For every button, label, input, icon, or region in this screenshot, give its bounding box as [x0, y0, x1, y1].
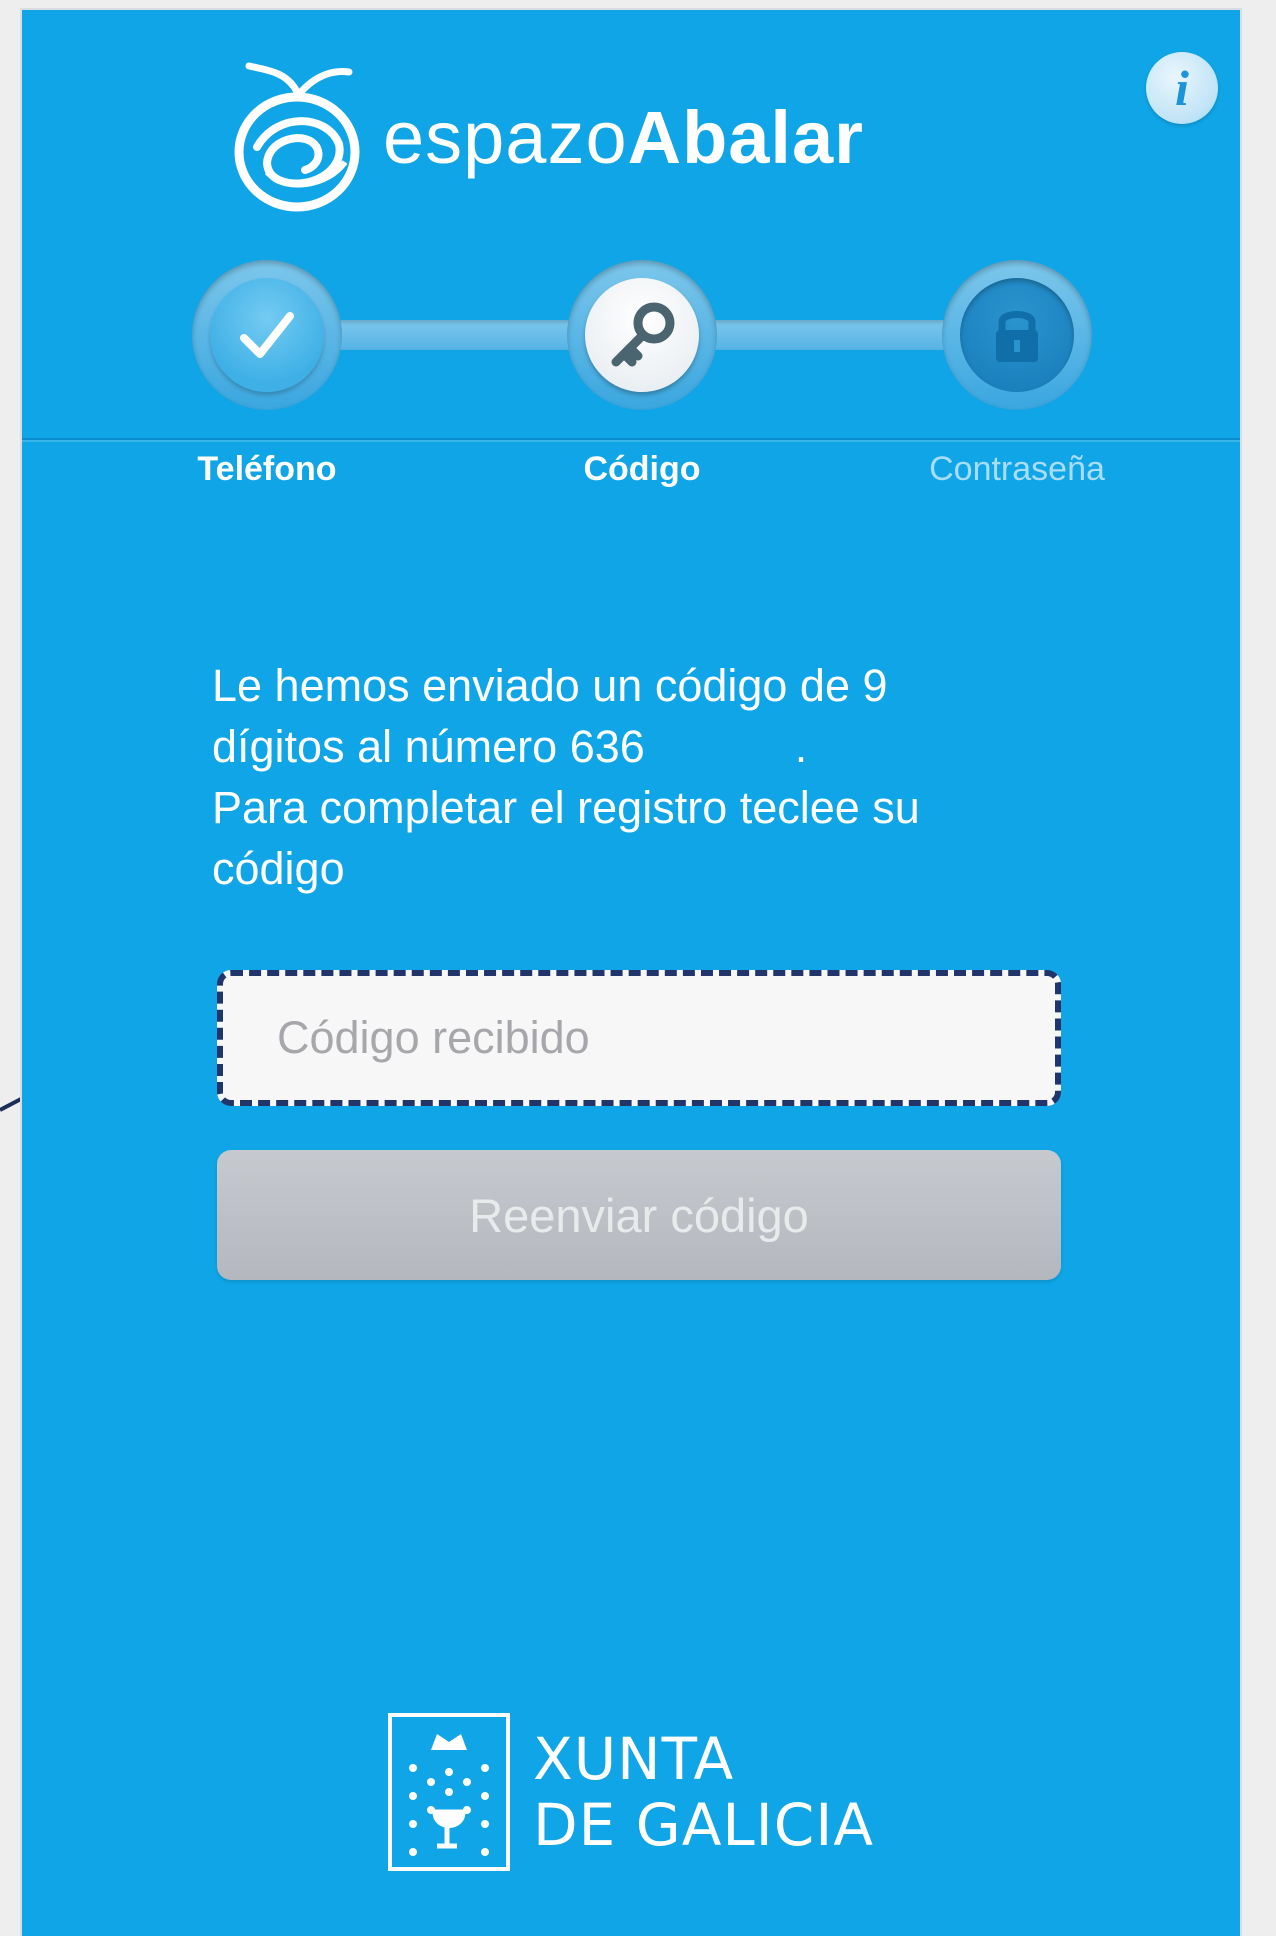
key-icon: [611, 302, 675, 367]
xunta-line1: XUNTA: [533, 1725, 735, 1793]
abalar-logo-icon: [234, 62, 360, 212]
xunta-wordmark: XUNTA DE GALICIA: [533, 1726, 874, 1858]
step-telefono: [192, 260, 342, 410]
step-contrasena: [942, 260, 1092, 410]
message-line: Para completar el registro teclee su: [212, 782, 920, 833]
info-button[interactable]: i: [1146, 52, 1218, 124]
step-label-telefono: Teléfono: [197, 450, 337, 488]
code-input[interactable]: [223, 976, 1055, 1100]
app-name-light: espazo: [383, 96, 628, 179]
message-line: Le hemos enviado un código de 9: [212, 660, 888, 711]
registration-progress: Teléfono Código Contraseña: [192, 260, 1105, 488]
resend-code-button[interactable]: Reenviar código: [217, 1150, 1061, 1280]
app-name-bold: Abalar: [627, 96, 864, 179]
message-line: dígitos al número 636 .: [212, 721, 808, 772]
step-label-codigo: Código: [583, 450, 701, 488]
instruction-message: Le hemos enviado un código de 9 dígitos …: [212, 655, 1072, 899]
header-divider: [22, 438, 1240, 440]
code-input-container: [217, 970, 1061, 1106]
espazo-abalar-logo: espazoAbalar: [227, 52, 864, 212]
app-screen: espazoAbalar i Teléfono Código Contraseñ…: [22, 10, 1240, 1936]
galicia-coat-of-arms-icon: [388, 1713, 510, 1871]
message-line: código: [212, 843, 345, 894]
step-label-contrasena: Contraseña: [929, 450, 1105, 488]
step-codigo: [567, 260, 717, 410]
lock-icon: [996, 311, 1038, 362]
check-icon: [240, 312, 294, 358]
info-icon: i: [1175, 60, 1189, 116]
xunta-de-galicia-logo: XUNTA DE GALICIA: [387, 1712, 874, 1872]
xunta-line2: DE GALICIA: [533, 1791, 875, 1859]
app-name: espazoAbalar: [383, 101, 864, 175]
